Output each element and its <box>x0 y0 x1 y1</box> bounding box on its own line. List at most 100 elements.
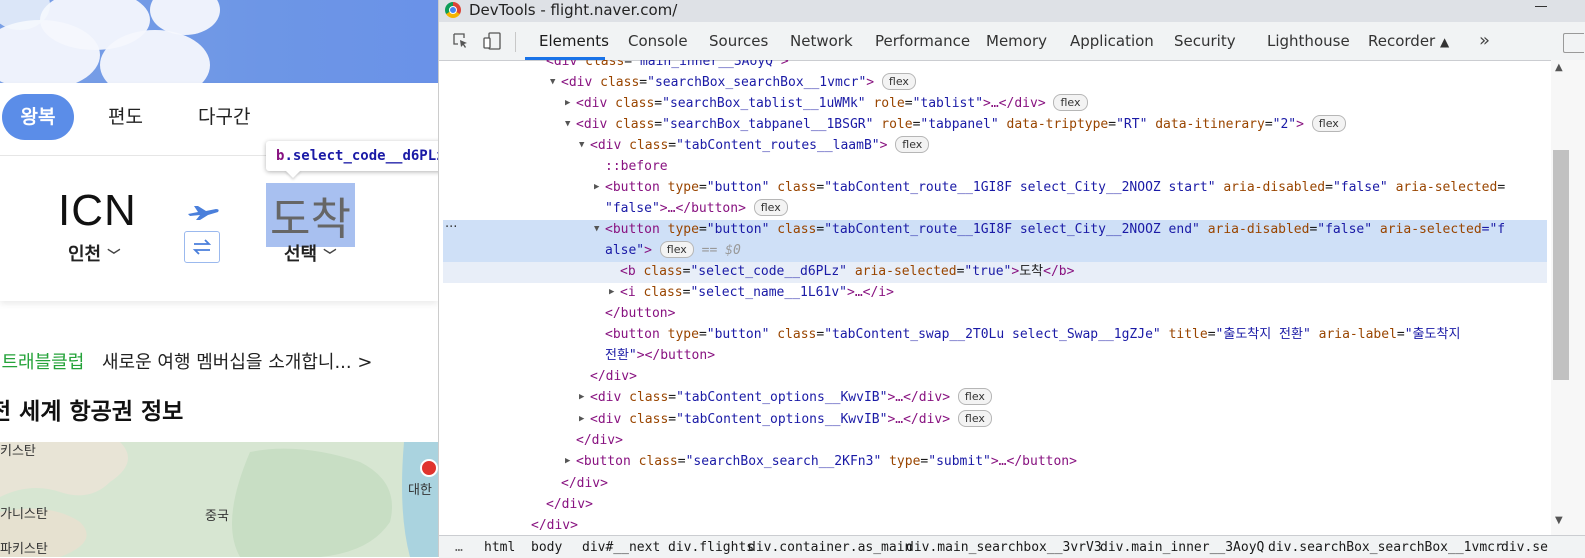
dom-node[interactable]: <div class="searchBox_searchBox__1vmcr">… <box>561 72 916 93</box>
flight-search-page: 왕복 편도 다구간 ICN 인천 ﹀ 도착 선택 ﹀ b.select_code… <box>0 0 438 557</box>
tab-console[interactable]: Console <box>628 32 688 50</box>
dom-node[interactable]: <div class="tabContent_options__KwvIB">…… <box>590 387 992 408</box>
scroll-down-arrow-icon[interactable]: ▼ <box>1555 515 1563 526</box>
dom-node[interactable]: <button type="button" class="tabContent_… <box>605 324 1460 345</box>
map-label: 가니스탄 <box>0 507 48 522</box>
device-toolbar-icon[interactable] <box>483 32 501 50</box>
tab-round-trip[interactable]: 왕복 <box>2 94 74 140</box>
departure-city-label: 인천 <box>68 244 102 265</box>
dom-node[interactable]: <button class="searchBox_search__2KFn3" … <box>576 451 1077 472</box>
world-map[interactable]: 키스탄 대한 가니스탄 중국 파키스탄 <box>0 442 438 557</box>
settings-button[interactable] <box>1563 33 1584 53</box>
flex-badge[interactable]: flex <box>881 73 916 90</box>
promo-link[interactable]: N트래블클럽 새로운 여행 멤버십을 소개합니... > <box>0 348 372 374</box>
more-tabs-icon[interactable]: » <box>1479 30 1490 51</box>
breadcrumb-item[interactable]: div.searchBox_searchBox__1vmcr <box>1268 540 1503 555</box>
collapse-triangle-icon[interactable]: ▶ <box>579 392 584 402</box>
tab-one-way[interactable]: 편도 <box>108 94 143 140</box>
tab-performance[interactable]: Performance <box>875 32 970 50</box>
breadcrumb-item[interactable]: div.container.as_main <box>748 540 912 555</box>
dom-node[interactable]: <button type="button" class="tabContent_… <box>605 177 1505 198</box>
breadcrumb-scroll-left-icon[interactable]: … <box>455 540 463 555</box>
tab-lighthouse[interactable]: Lighthouse <box>1267 32 1350 50</box>
breadcrumb-item[interactable]: div.main_searchbox__3vrV3 <box>906 540 1102 555</box>
arrival-city-button[interactable]: 선택 ﹀ <box>284 240 336 266</box>
flex-badge[interactable]: flex <box>1053 94 1088 111</box>
selected-dom-node[interactable]: <button type="button" class="tabContent_… <box>605 219 1505 240</box>
chrome-icon <box>445 2 461 18</box>
departure-code[interactable]: ICN <box>58 186 137 236</box>
tab-recorder[interactable]: Recorder ▲ <box>1368 32 1449 50</box>
chevron-down-icon: ﹀ <box>323 249 337 264</box>
breadcrumb-item[interactable]: body <box>531 540 562 555</box>
collapse-triangle-icon[interactable]: ▶ <box>579 414 584 424</box>
collapse-triangle-icon[interactable]: ▶ <box>609 287 614 297</box>
map-terrain <box>0 442 438 557</box>
selected-dom-node-continuation[interactable]: alse"> flex == $0 <box>605 240 741 261</box>
chevron-right-icon: > <box>357 352 373 373</box>
departure-city-button[interactable]: 인천 ﹀ <box>68 240 120 266</box>
pseudo-element[interactable]: ::before <box>605 156 668 177</box>
inspect-element-icon[interactable] <box>453 33 469 49</box>
tab-security[interactable]: Security <box>1174 32 1236 50</box>
map-pin-icon[interactable] <box>420 459 438 477</box>
dom-node-continuation[interactable]: 전환"></button> <box>605 345 715 366</box>
dom-node-continuation[interactable]: "false">…</button> flex <box>605 198 788 219</box>
tooltip-class: .select_code__d6PLz <box>284 148 438 164</box>
scrollbar-thumb[interactable] <box>1553 150 1569 380</box>
promo-text: 새로운 여행 멤버십을 소개합니... <box>102 352 352 373</box>
dom-node[interactable]: <div class="tabContent_routes__laamB"> f… <box>590 135 930 156</box>
dom-node[interactable]: <div class="searchBox_tablist__1uWMk" ro… <box>576 93 1088 114</box>
tab-multi-city[interactable]: 다구간 <box>198 94 250 140</box>
dom-node-close[interactable]: </div> <box>576 430 623 451</box>
more-options-icon[interactable]: ··· <box>445 220 457 235</box>
tab-memory[interactable]: Memory <box>986 32 1047 50</box>
expand-triangle-icon[interactable]: ▼ <box>550 77 555 87</box>
dom-node[interactable]: <b class="select_code__d6PLz" aria-selec… <box>620 261 1074 282</box>
dom-node[interactable]: <i class="select_name__1L61v">…</i> <box>620 282 894 303</box>
map-label: 중국 <box>205 509 229 524</box>
dom-node-close[interactable]: </div> <box>590 366 637 387</box>
swap-route-button[interactable] <box>184 231 220 263</box>
breadcrumb-item[interactable]: div.main_inner__3AoyQ <box>1100 540 1264 555</box>
breadcrumb-item[interactable]: div.se <box>1501 540 1548 555</box>
dom-node[interactable]: <div class="main_inner__3AoyQ"> <box>546 60 789 72</box>
arrival-code-highlighted[interactable]: 도착 <box>266 183 355 247</box>
collapse-triangle-icon[interactable]: ▶ <box>565 456 570 466</box>
tab-network[interactable]: Network <box>790 32 853 50</box>
expand-triangle-icon[interactable]: ▼ <box>594 224 599 234</box>
flex-badge[interactable]: flex <box>753 199 788 216</box>
dom-node[interactable]: <div class="searchBox_tabpanel__1BSGR" r… <box>576 114 1346 135</box>
tab-sources[interactable]: Sources <box>709 32 768 50</box>
breadcrumb-item[interactable]: div.flights <box>668 540 754 555</box>
dom-node[interactable]: <div class="tabContent_options__KwvIB">…… <box>590 409 992 430</box>
chevron-down-icon: ﹀ <box>107 249 121 264</box>
dom-node-close[interactable]: </button> <box>605 303 675 324</box>
tab-application[interactable]: Application <box>1070 32 1154 50</box>
dom-node-close[interactable]: </div> <box>546 494 593 515</box>
minimize-icon[interactable] <box>1535 6 1547 7</box>
scroll-up-arrow-icon[interactable]: ▲ <box>1555 62 1563 73</box>
expand-triangle-icon[interactable]: ▼ <box>565 119 570 129</box>
map-label: 파키스탄 <box>0 542 48 557</box>
devtools-window: DevTools - flight.naver.com/ Elements Co… <box>438 0 1585 558</box>
breadcrumb-item[interactable]: div#__next <box>582 540 660 555</box>
flex-badge[interactable]: flex <box>957 388 992 405</box>
dom-node-close[interactable]: </div> <box>561 473 608 494</box>
dom-node-close[interactable]: </div> <box>531 515 578 535</box>
collapse-triangle-icon[interactable]: ▶ <box>594 182 599 192</box>
flex-badge[interactable]: flex <box>659 241 694 258</box>
tab-elements[interactable]: Elements <box>539 32 609 50</box>
elements-tree[interactable]: ··· <div class="main_inner__3AoyQ"> ▼ <d… <box>439 60 1551 535</box>
breadcrumb-item[interactable]: html <box>484 540 515 555</box>
flex-badge[interactable]: flex <box>1311 115 1346 132</box>
flex-badge[interactable]: flex <box>895 136 930 153</box>
promo-brand: N트래블클럽 <box>0 352 85 373</box>
devtools-titlebar: DevTools - flight.naver.com/ <box>439 0 1585 22</box>
window-title: DevTools - flight.naver.com/ <box>469 1 678 19</box>
collapse-triangle-icon[interactable]: ▶ <box>565 98 570 108</box>
toolbar-separator <box>515 32 516 52</box>
flex-badge[interactable]: flex <box>957 410 992 427</box>
expand-triangle-icon[interactable]: ▼ <box>579 140 584 150</box>
section-title-text: 전 세계 항공권 정보 <box>0 399 184 425</box>
